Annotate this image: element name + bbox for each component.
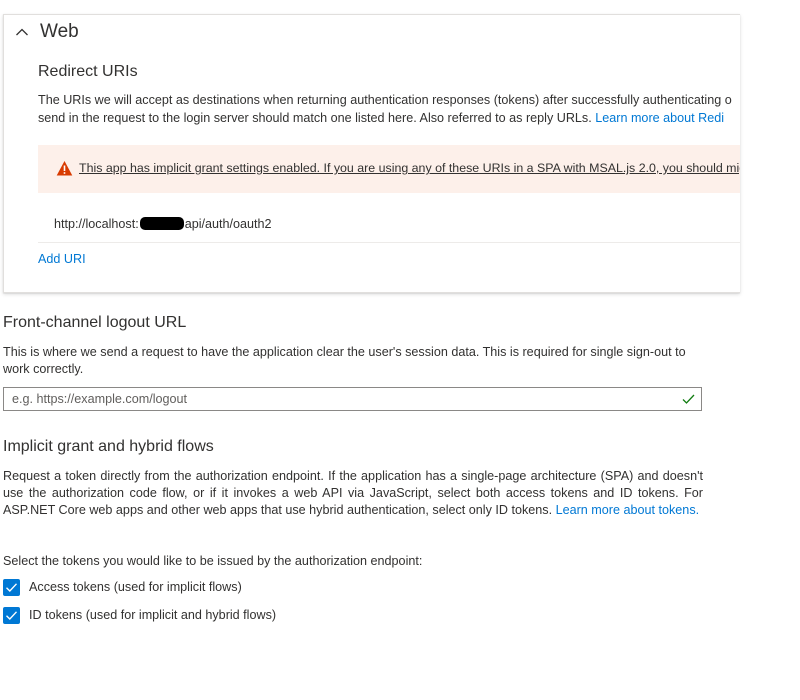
web-platform-card: Web Redirect URIs The URIs we will accep…: [3, 14, 740, 293]
access-tokens-label: Access tokens (used for implicit flows): [29, 580, 242, 594]
learn-more-redirect-link[interactable]: Learn more about Redi: [595, 111, 724, 125]
implicit-grant-description: Request a token directly from the author…: [3, 468, 703, 519]
description-line-2: send in the request to the login server …: [38, 109, 740, 127]
logout-url-field: [3, 387, 702, 411]
warning-message-link[interactable]: This app has implicit grant settings ena…: [79, 161, 740, 175]
token-select-prompt: Select the tokens you would like to be i…: [3, 554, 423, 568]
description-line-1: The URIs we will accept as destinations …: [38, 93, 732, 107]
redirect-uri-row[interactable]: http://localhost: api/auth/oauth2: [38, 210, 740, 243]
implicit-grant-warning: This app has implicit grant settings ena…: [38, 145, 740, 193]
redirect-uris-title: Redirect URIs: [38, 63, 138, 80]
learn-more-tokens-link[interactable]: Learn more about tokens.: [556, 503, 700, 517]
redirect-uri-value: http://localhost: api/auth/oauth2: [54, 217, 272, 231]
redirect-uris-description: The URIs we will accept as destinations …: [38, 91, 740, 127]
access-tokens-checkbox[interactable]: [3, 578, 20, 596]
logout-url-description: This is where we send a request to have …: [3, 345, 686, 376]
implicit-grant-title: Implicit grant and hybrid flows: [3, 438, 214, 455]
logout-url-input[interactable]: [4, 388, 672, 410]
warning-icon: [56, 161, 73, 176]
checkmark-icon: [682, 394, 695, 404]
checkbox-checked-icon: [6, 582, 18, 592]
uri-suffix: api/auth/oauth2: [184, 217, 272, 231]
card-title: Web: [40, 21, 79, 42]
redacted-port: [139, 217, 184, 230]
chevron-up-icon[interactable]: [15, 25, 29, 39]
add-uri-link[interactable]: Add URI: [38, 252, 86, 266]
id-tokens-checkbox[interactable]: [3, 606, 20, 624]
description-line-2-text: send in the request to the login server …: [38, 111, 592, 125]
id-tokens-option[interactable]: ID tokens (used for implicit and hybrid …: [3, 605, 276, 625]
logout-url-title: Front-channel logout URL: [3, 314, 187, 331]
access-tokens-option[interactable]: Access tokens (used for implicit flows): [3, 577, 242, 597]
id-tokens-label: ID tokens (used for implicit and hybrid …: [29, 608, 277, 622]
uri-prefix: http://localhost:: [54, 217, 139, 231]
checkbox-checked-icon: [6, 610, 18, 620]
